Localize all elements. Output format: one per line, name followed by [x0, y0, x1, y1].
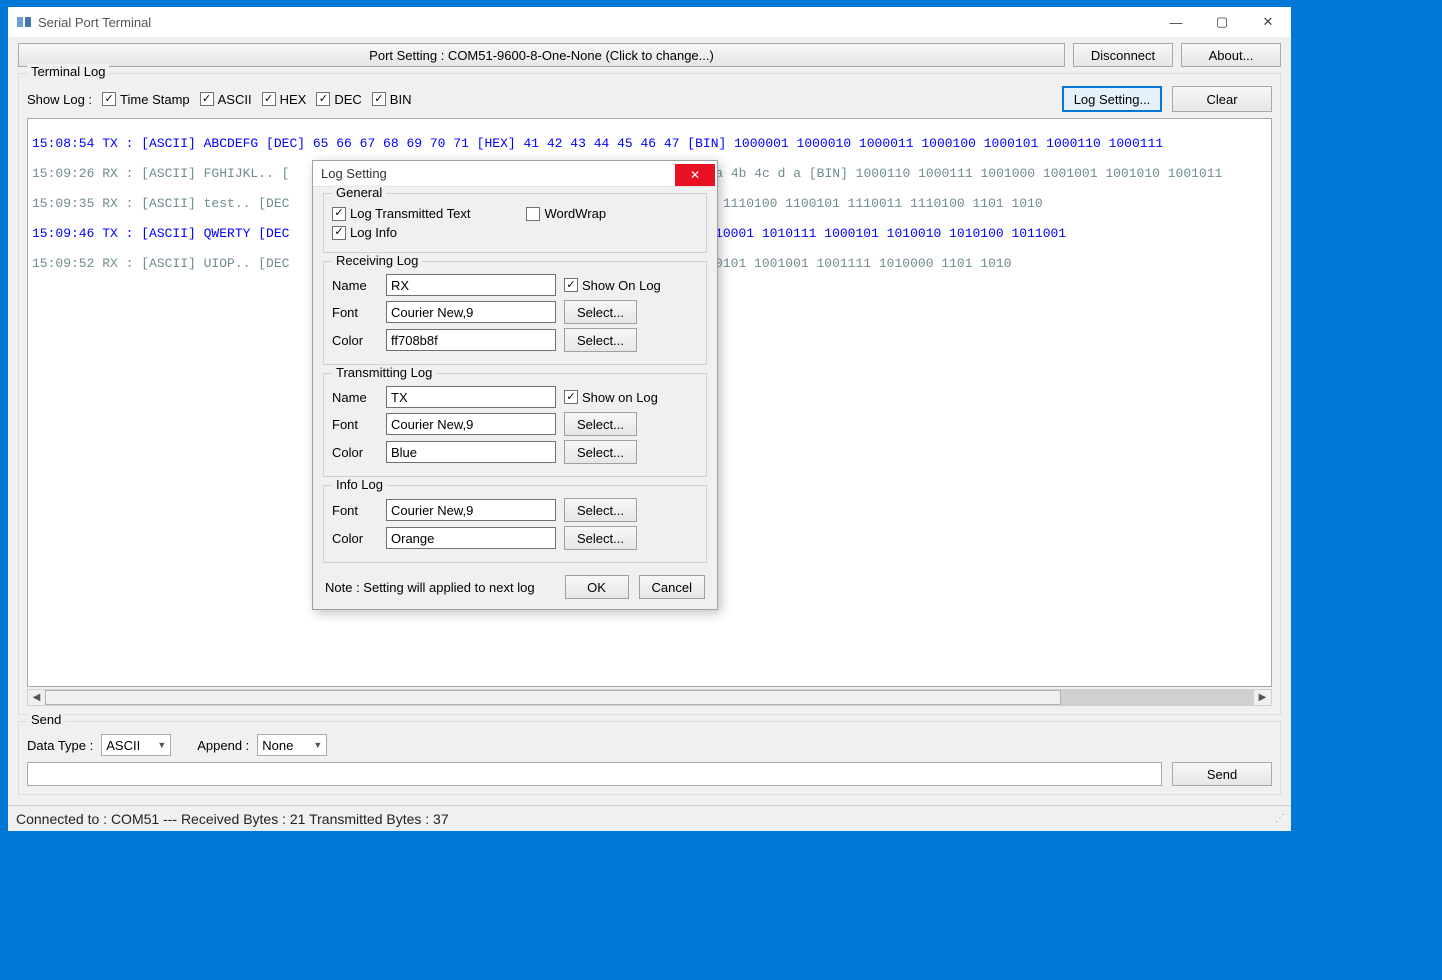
- info-color-label: Color: [332, 531, 378, 546]
- disconnect-button[interactable]: Disconnect: [1073, 43, 1173, 67]
- transmitting-log-legend: Transmitting Log: [332, 365, 436, 380]
- info-font-select-button[interactable]: Select...: [564, 498, 637, 522]
- scroll-right-icon[interactable]: ▶: [1254, 692, 1271, 703]
- data-type-select[interactable]: ASCII ▼: [101, 734, 171, 756]
- info-color-input[interactable]: [386, 527, 556, 549]
- resize-grip-icon[interactable]: ⋰: [1275, 813, 1283, 824]
- status-text: Connected to : COM51 --- Received Bytes …: [16, 811, 449, 827]
- scroll-left-icon[interactable]: ◀: [28, 692, 45, 703]
- receiving-log-legend: Receiving Log: [332, 253, 422, 268]
- maximize-button[interactable]: ▢: [1199, 7, 1245, 37]
- tx-font-label: Font: [332, 417, 378, 432]
- tx-font-select-button[interactable]: Select...: [564, 412, 637, 436]
- info-color-select-button[interactable]: Select...: [564, 526, 637, 550]
- data-type-value: ASCII: [106, 738, 140, 753]
- log-line-rx: 15:09:26 RX : [ASCII] FGHIJKL.. [: [32, 166, 289, 181]
- dialog-footer: Note : Setting will applied to next log …: [323, 571, 707, 599]
- log-setting-dialog: Log Setting ✕ General ✓Log Transmitted T…: [312, 160, 718, 610]
- rx-font-select-button[interactable]: Select...: [564, 300, 637, 324]
- dialog-note: Note : Setting will applied to next log: [325, 580, 535, 595]
- log-info-checkbox[interactable]: ✓Log Info: [332, 225, 397, 240]
- tx-font-input[interactable]: [386, 413, 556, 435]
- send-input[interactable]: [27, 762, 1162, 786]
- titlebar: Serial Port Terminal — ▢ ✕: [8, 7, 1291, 37]
- cancel-button[interactable]: Cancel: [639, 575, 705, 599]
- log-setting-button[interactable]: Log Setting...: [1062, 86, 1162, 112]
- info-log-fieldset: Info Log Font Select... Color Select...: [323, 485, 707, 563]
- send-button[interactable]: Send: [1172, 762, 1272, 786]
- timestamp-checkbox[interactable]: ✓Time Stamp: [102, 92, 190, 107]
- show-log-controls: Show Log : ✓Time Stamp ✓ASCII ✓HEX ✓DEC …: [27, 86, 1272, 112]
- app-icon: [16, 14, 32, 30]
- rx-color-input[interactable]: [386, 329, 556, 351]
- dialog-close-button[interactable]: ✕: [675, 164, 715, 186]
- rx-font-input[interactable]: [386, 301, 556, 323]
- data-type-label: Data Type :: [27, 738, 93, 753]
- tx-name-label: Name: [332, 390, 378, 405]
- rx-color-select-button[interactable]: Select...: [564, 328, 637, 352]
- show-log-label: Show Log :: [27, 92, 92, 107]
- append-label: Append :: [197, 738, 249, 753]
- window-title: Serial Port Terminal: [38, 15, 151, 30]
- horizontal-scrollbar[interactable]: ◀ ▶: [27, 689, 1272, 706]
- send-group: Send Data Type : ASCII ▼ Append : None ▼…: [18, 721, 1281, 795]
- scroll-track[interactable]: [45, 690, 1254, 705]
- receiving-log-fieldset: Receiving Log Name ✓Show On Log Font Sel…: [323, 261, 707, 365]
- info-log-legend: Info Log: [332, 477, 387, 492]
- log-line-tx: 15:09:46 TX : [ASCII] QWERTY [DEC: [32, 226, 289, 241]
- wordwrap-checkbox[interactable]: WordWrap: [526, 206, 606, 221]
- append-select[interactable]: None ▼: [257, 734, 327, 756]
- top-row: Port Setting : COM51-9600-8-One-None (Cl…: [18, 43, 1281, 67]
- port-setting-button[interactable]: Port Setting : COM51-9600-8-One-None (Cl…: [18, 43, 1065, 67]
- about-button[interactable]: About...: [1181, 43, 1281, 67]
- tx-color-select-button[interactable]: Select...: [564, 440, 637, 464]
- general-legend: General: [332, 185, 386, 200]
- dialog-title: Log Setting: [321, 166, 387, 181]
- rx-color-label: Color: [332, 333, 378, 348]
- close-button[interactable]: ✕: [1245, 7, 1291, 37]
- rx-name-label: Name: [332, 278, 378, 293]
- log-line-rx: 15:09:35 RX : [ASCII] test.. [DEC: [32, 196, 289, 211]
- tx-show-on-log-checkbox[interactable]: ✓Show on Log: [564, 390, 658, 405]
- minimize-button[interactable]: —: [1153, 7, 1199, 37]
- rx-font-label: Font: [332, 305, 378, 320]
- clear-button[interactable]: Clear: [1172, 86, 1272, 112]
- dialog-titlebar: Log Setting ✕: [313, 161, 717, 187]
- log-line-rx: 15:09:52 RX : [ASCII] UIOP.. [DEC: [32, 256, 289, 271]
- rx-name-input[interactable]: [386, 274, 556, 296]
- ascii-checkbox[interactable]: ✓ASCII: [200, 92, 252, 107]
- ok-button[interactable]: OK: [565, 575, 629, 599]
- scroll-thumb[interactable]: [45, 690, 1061, 705]
- statusbar: Connected to : COM51 --- Received Bytes …: [8, 805, 1291, 831]
- general-fieldset: General ✓Log Transmitted Text WordWrap ✓…: [323, 193, 707, 253]
- terminal-log-legend: Terminal Log: [27, 64, 109, 79]
- log-line-tx: 15:08:54 TX : [ASCII] ABCDEFG [DEC] 65 6…: [32, 136, 1163, 151]
- tx-name-input[interactable]: [386, 386, 556, 408]
- hex-checkbox[interactable]: ✓HEX: [262, 92, 307, 107]
- bin-checkbox[interactable]: ✓BIN: [372, 92, 412, 107]
- chevron-down-icon: ▼: [313, 740, 322, 750]
- chevron-down-icon: ▼: [157, 740, 166, 750]
- dialog-body: General ✓Log Transmitted Text WordWrap ✓…: [313, 187, 717, 609]
- window-controls: — ▢ ✕: [1153, 7, 1291, 37]
- transmitting-log-fieldset: Transmitting Log Name ✓Show on Log Font …: [323, 373, 707, 477]
- info-font-label: Font: [332, 503, 378, 518]
- dec-checkbox[interactable]: ✓DEC: [316, 92, 361, 107]
- tx-color-label: Color: [332, 445, 378, 460]
- log-transmitted-checkbox[interactable]: ✓Log Transmitted Text: [332, 206, 470, 221]
- info-font-input[interactable]: [386, 499, 556, 521]
- rx-show-on-log-checkbox[interactable]: ✓Show On Log: [564, 278, 661, 293]
- tx-color-input[interactable]: [386, 441, 556, 463]
- send-legend: Send: [27, 712, 65, 727]
- append-value: None: [262, 738, 293, 753]
